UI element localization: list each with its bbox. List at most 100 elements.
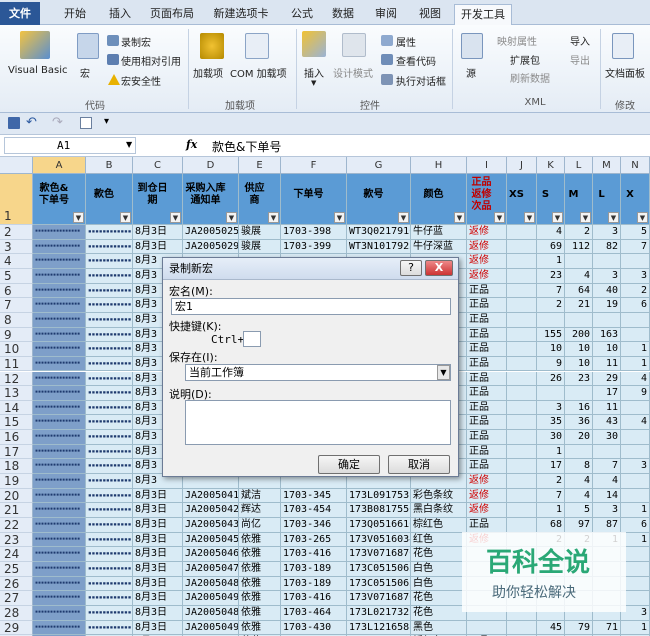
cell-N[interactable]: 1 <box>621 503 650 518</box>
cell-G[interactable]: WT3Q0217916 <box>347 225 411 240</box>
cell-B[interactable]: ▪▪▪▪▪▪▪▪▪▪▪▪ <box>86 459 133 475</box>
ok-button[interactable]: 确定 <box>318 455 380 474</box>
cell-J[interactable] <box>507 254 537 269</box>
filter-dropdown-icon[interactable]: ▼ <box>494 212 505 223</box>
cell-N[interactable]: 5 <box>621 225 650 240</box>
cell-I[interactable]: 返修 <box>467 254 507 269</box>
cell-D[interactable]: JA2005029 <box>183 239 239 255</box>
cell-I[interactable]: 返修 <box>467 503 507 518</box>
cell-J[interactable] <box>507 444 537 460</box>
cell-A[interactable]: ▪▪▪▪▪▪▪▪▪▪▪▪▪▪▪ <box>33 298 86 313</box>
cell-K[interactable]: 3 <box>537 400 565 416</box>
cell-B[interactable]: ▪▪▪▪▪▪▪▪▪▪▪▪ <box>86 503 133 518</box>
tab-5[interactable]: 公式 <box>284 4 320 25</box>
cell-C[interactable]: 8月3日 <box>133 225 183 240</box>
filter-dropdown-icon[interactable]: ▼ <box>120 212 131 223</box>
row-header-1[interactable]: 1 <box>0 174 33 225</box>
cell-N[interactable] <box>621 254 650 269</box>
cancel-button[interactable]: 取消 <box>388 455 450 474</box>
cell-A[interactable]: ▪▪▪▪▪▪▪▪▪▪▪▪▪▪▪ <box>33 415 86 431</box>
column-header-D[interactable]: D <box>183 157 239 174</box>
cell-L[interactable]: 23 <box>565 371 593 387</box>
column-header-I[interactable]: I <box>467 157 507 174</box>
row-header[interactable]: 28 <box>0 605 33 621</box>
cell-I[interactable]: 正品 <box>467 459 507 475</box>
cell-H[interactable]: 白色 <box>411 561 467 577</box>
cell-D[interactable]: JA2005041 <box>183 488 239 504</box>
close-button[interactable]: X <box>425 260 453 276</box>
cell-I[interactable]: 返修 <box>467 474 507 489</box>
export-button[interactable]: 导出 <box>570 52 590 67</box>
cell-F[interactable]: 1703-430 <box>281 620 347 636</box>
cell-M[interactable]: 43 <box>593 415 621 431</box>
cell-M[interactable]: 163 <box>593 327 621 343</box>
cell-M[interactable] <box>593 254 621 269</box>
cell-E[interactable]: 骏展 <box>239 239 281 255</box>
cell-N[interactable] <box>621 430 650 445</box>
cell-J[interactable] <box>507 239 537 255</box>
cell-A[interactable]: ▪▪▪▪▪▪▪▪▪▪▪▪▪▪▪ <box>33 591 86 606</box>
filter-dropdown-icon[interactable]: ▼ <box>170 212 181 223</box>
cell-B[interactable]: ▪▪▪▪▪▪▪▪▪▪▪▪ <box>86 327 133 343</box>
cell-F[interactable]: 1703-416 <box>281 547 347 562</box>
cell-L[interactable]: 21 <box>565 298 593 313</box>
cell-J[interactable] <box>507 312 537 328</box>
cell-B[interactable]: ▪▪▪▪▪▪▪▪▪▪▪▪ <box>86 488 133 504</box>
cell-I[interactable]: 返修 <box>467 225 507 240</box>
doc-panel-button[interactable]: 文档面板 <box>605 65 645 80</box>
cell-K[interactable] <box>537 386 565 401</box>
customize-qat-icon[interactable]: ▾ <box>104 116 109 127</box>
save-in-dropdown-icon[interactable]: ▼ <box>437 365 450 380</box>
row-header[interactable]: 19 <box>0 474 33 489</box>
cell-J[interactable] <box>507 488 537 504</box>
cell-G[interactable]: 173V0716870 <box>347 591 411 606</box>
filter-dropdown-icon[interactable]: ▼ <box>637 212 648 223</box>
row-header[interactable]: 9 <box>0 327 33 343</box>
cell-F[interactable]: 1703-398 <box>281 225 347 240</box>
cell-L[interactable]: 16 <box>565 400 593 416</box>
cell-J[interactable] <box>507 503 537 518</box>
cell-B[interactable]: ▪▪▪▪▪▪▪▪▪▪▪▪ <box>86 561 133 577</box>
cell-F[interactable]: 1703-189 <box>281 561 347 577</box>
row-header[interactable]: 14 <box>0 400 33 416</box>
row-header[interactable]: 27 <box>0 591 33 606</box>
cell-M[interactable]: 87 <box>593 518 621 533</box>
cell-L[interactable]: 2 <box>565 225 593 240</box>
cell-B[interactable]: ▪▪▪▪▪▪▪▪▪▪▪▪ <box>86 620 133 636</box>
cell-B[interactable]: ▪▪▪▪▪▪▪▪▪▪▪▪ <box>86 591 133 606</box>
column-header-E[interactable]: E <box>239 157 281 174</box>
cell-K[interactable]: 4 <box>537 225 565 240</box>
cell-I[interactable]: 正品 <box>467 312 507 328</box>
cell-N[interactable] <box>621 400 650 416</box>
cell-G[interactable]: 173C0515063 <box>347 576 411 592</box>
cell-K[interactable]: 69 <box>537 239 565 255</box>
cell-I[interactable]: 正品 <box>467 371 507 387</box>
row-header[interactable]: 16 <box>0 430 33 445</box>
help-button[interactable]: ? <box>400 260 422 276</box>
cell-I[interactable]: 正品 <box>467 415 507 431</box>
cell-G[interactable]: 173Q0516616 <box>347 518 411 533</box>
row-header[interactable]: 4 <box>0 254 33 269</box>
cell-I[interactable]: 正品 <box>467 386 507 401</box>
cell-A[interactable]: ▪▪▪▪▪▪▪▪▪▪▪▪▪▪▪ <box>33 518 86 533</box>
cell-A[interactable]: ▪▪▪▪▪▪▪▪▪▪▪▪▪▪▪ <box>33 225 86 240</box>
cell-B[interactable]: ▪▪▪▪▪▪▪▪▪▪▪▪ <box>86 239 133 255</box>
cell-G[interactable]: 173L1216588 <box>347 620 411 636</box>
column-header-F[interactable]: F <box>281 157 347 174</box>
cell-K[interactable]: 10 <box>537 342 565 357</box>
cell-H[interactable]: 花色 <box>411 605 467 621</box>
cell-F[interactable]: 1703-454 <box>281 503 347 518</box>
cell-E[interactable]: 依雅 <box>239 576 281 592</box>
cell-K[interactable] <box>537 312 565 328</box>
row-header[interactable]: 11 <box>0 356 33 372</box>
cell-J[interactable] <box>507 327 537 343</box>
cell-M[interactable]: 10 <box>593 342 621 357</box>
insert-control-button[interactable]: 插入 <box>304 65 324 80</box>
filter-dropdown-icon[interactable]: ▼ <box>454 212 465 223</box>
cell-N[interactable]: 2 <box>621 283 650 299</box>
column-header-L[interactable]: L <box>565 157 593 174</box>
cell-L[interactable]: 36 <box>565 415 593 431</box>
map-properties-button[interactable]: 映射属性 <box>497 33 537 48</box>
cell-E[interactable]: 尚亿 <box>239 518 281 533</box>
cell-J[interactable] <box>507 474 537 489</box>
